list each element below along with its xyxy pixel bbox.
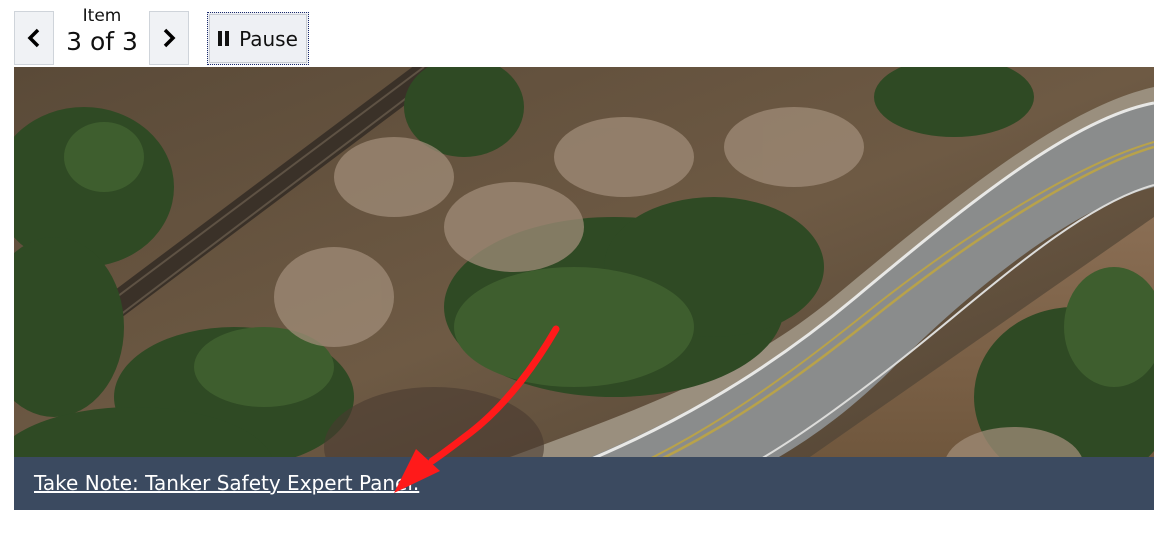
chevron-left-icon xyxy=(27,28,40,48)
chevron-right-icon xyxy=(163,28,176,48)
item-counter-value: 3 of 3 xyxy=(66,27,138,56)
slide-caption-link[interactable]: Take Note: Tanker Safety Expert Panel. xyxy=(34,471,419,495)
pause-button-label: Pause xyxy=(239,26,298,51)
pause-button[interactable]: Pause xyxy=(207,12,309,65)
next-item-button[interactable] xyxy=(149,11,189,65)
carousel-controls: Item 3 of 3 Pause xyxy=(14,6,314,67)
item-counter: Item 3 of 3 xyxy=(56,4,148,58)
slide-caption-bar: Take Note: Tanker Safety Expert Panel. xyxy=(14,457,1154,510)
previous-item-button[interactable] xyxy=(14,11,54,65)
pause-icon xyxy=(218,31,230,46)
slide-image: Take Note: Tanker Safety Expert Panel. xyxy=(14,67,1154,510)
aerial-road-photo xyxy=(14,67,1154,510)
item-counter-label: Item xyxy=(82,6,122,26)
